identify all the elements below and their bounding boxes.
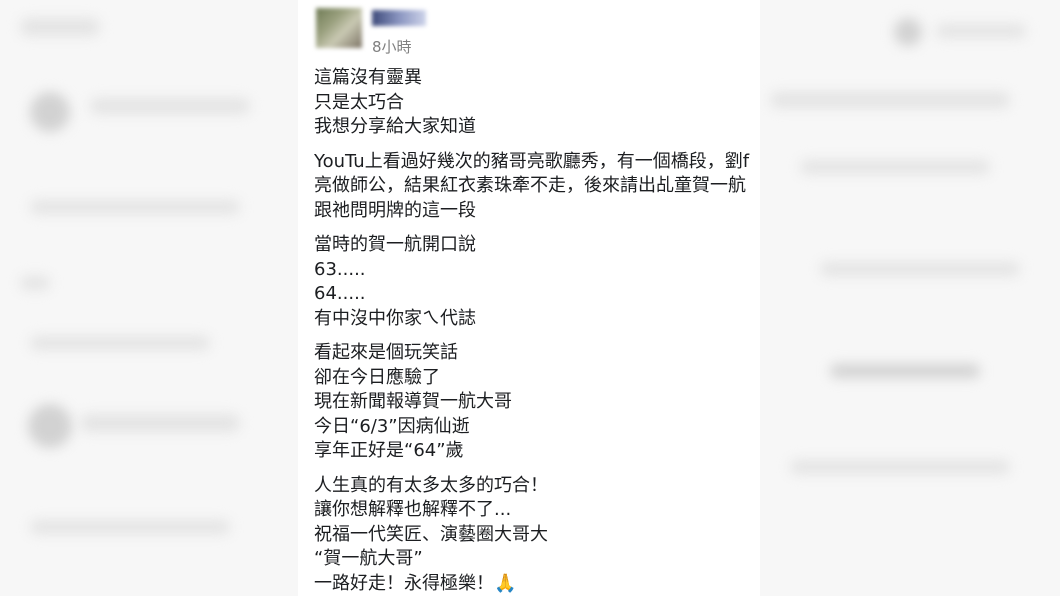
facebook-post: 8小時 這篇沒有靈異 只是太巧合 我想分享給大家知道 YouTu上看過好幾次的豬… (298, 0, 760, 596)
post-line: 我想分享給大家知道 (314, 116, 476, 137)
blurred-element (20, 276, 50, 290)
post-line: 卻在今日應驗了 (314, 366, 440, 388)
blurred-element (80, 414, 240, 432)
post-timestamp[interactable]: 8小時 (372, 36, 412, 57)
post-line: “賀一航大哥” (314, 548, 423, 569)
author-avatar[interactable] (316, 8, 362, 48)
blurred-left-panel (0, 0, 298, 596)
post-line: 亮做師公，結果紅衣素珠牽不走，後來請出乩童賀一航 (314, 175, 746, 196)
blurred-element (30, 92, 70, 132)
blurred-element (90, 98, 250, 114)
paragraph-2: YouTu上看過好幾次的豬哥亮歌廳秀，有一個橋段，劉f 亮做師公，結果紅衣素珠牽… (314, 150, 760, 224)
paragraph-5: 人生真的有太多太多的巧合！ 讓你想解釋也解釋不了... 祝福一代笑匠、演藝圈大哥… (314, 474, 760, 596)
blurred-element (820, 262, 1020, 276)
post-line: 63..... (314, 258, 366, 280)
post-line: 64..... (314, 283, 366, 304)
blurred-element (770, 92, 1010, 108)
post-line: 人生真的有太多太多的巧合！ (314, 474, 548, 496)
blurred-element (936, 24, 1026, 38)
post-line: 這篇沒有靈異 (314, 67, 422, 88)
post-line: 現在新聞報導賀一航大哥 (314, 391, 512, 412)
post-line: YouTu上看過好幾次的豬哥亮歌廳秀，有一個橋段，劉f (314, 150, 750, 172)
folded-hands-icon: 🙏 (494, 572, 517, 594)
blurred-right-panel (760, 0, 1060, 596)
blurred-element (28, 404, 72, 448)
blurred-element (790, 460, 1010, 474)
paragraph-4: 看起來是個玩笑話 卻在今日應驗了 現在新聞報導賀一航大哥 今日“6/3”因病仙逝… (314, 341, 760, 464)
blurred-element (30, 336, 210, 350)
blurred-element (30, 200, 240, 214)
post-line: 享年正好是“64”歲 (314, 440, 464, 461)
post-line: 看起來是個玩笑話 (314, 342, 458, 363)
paragraph-3: 當時的賀一航開口說 63..... 64..... 有中沒中你家ㄟ代誌 (314, 233, 760, 331)
blurred-element (20, 18, 100, 36)
blurred-element (800, 160, 990, 174)
blurred-element (830, 364, 980, 378)
paragraph-1: 這篇沒有靈異 只是太巧合 我想分享給大家知道 (314, 66, 760, 140)
blurred-element (30, 520, 230, 534)
post-line: 祝福一代笑匠、演藝圈大哥大 (314, 523, 548, 545)
post-body: 這篇沒有靈異 只是太巧合 我想分享給大家知道 YouTu上看過好幾次的豬哥亮歌廳… (314, 66, 760, 596)
post-line-final: 一路好走！永得極樂！🙏 (314, 572, 760, 596)
post-line: 只是太巧合 (314, 91, 404, 113)
post-line: 一路好走！永得極樂！ (314, 572, 494, 594)
post-line: 今日“6/3”因病仙逝 (314, 415, 470, 437)
post-line: 當時的賀一航開口說 (314, 234, 476, 255)
post-line: 有中沒中你家ㄟ代誌 (314, 307, 476, 329)
blurred-element (894, 18, 922, 46)
post-line: 讓你想解釋也解釋不了... (314, 499, 512, 520)
post-line: 跟祂問明牌的這一段 (314, 199, 476, 221)
author-name-blurred[interactable] (372, 10, 426, 26)
